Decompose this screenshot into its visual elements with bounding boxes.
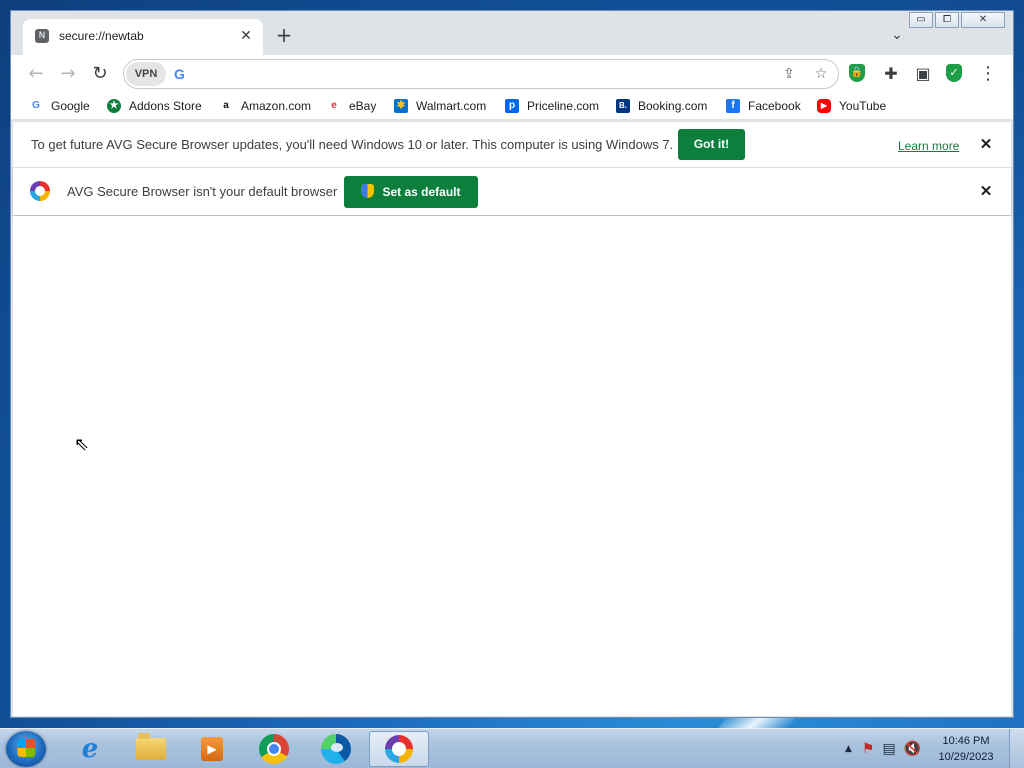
default-infobar-close-icon[interactable]: ✕	[977, 183, 995, 201]
set-as-default-label: Set as default	[382, 185, 461, 199]
bookmark-label: Walmart.com	[416, 99, 487, 113]
vpn-button[interactable]: VPN	[126, 62, 166, 86]
taskbar-avg-secure-browser[interactable]	[369, 731, 429, 767]
default-browser-message: AVG Secure Browser isn't your default br…	[67, 184, 338, 199]
bookmark-label: Google	[51, 99, 90, 113]
got-it-button[interactable]: Got it!	[678, 129, 745, 160]
notification-area: ▲ ⚑ ▤ 🔇	[845, 729, 921, 768]
minimize-button[interactable]: ▭	[909, 12, 933, 28]
bookmark-booking[interactable]: B. Booking.com	[616, 97, 707, 115]
taskbar-edge[interactable]	[308, 731, 364, 767]
browser-window: N secure://newtab ✕ + ⌄ ▭ ⧠ ✕ ← → ↻ VPN …	[10, 10, 1014, 718]
priceline-icon: p	[505, 99, 519, 113]
system-clock[interactable]: 10:46 PM 10/29/2023	[930, 733, 1002, 765]
bookmark-star-icon[interactable]: ☆	[812, 65, 830, 83]
taskbar-chrome[interactable]	[246, 731, 302, 767]
taskbar-media-player[interactable]: ▶	[184, 731, 240, 767]
tab-strip: N secure://newtab ✕ + ⌄	[11, 11, 1013, 55]
update-infobar-close-icon[interactable]: ✕	[977, 136, 995, 154]
maximize-button[interactable]: ⧠	[935, 12, 959, 28]
shield-check-icon: ✓	[946, 64, 962, 82]
bookmark-label: eBay	[349, 99, 377, 113]
ebay-icon: e	[331, 100, 337, 111]
edge-icon	[321, 734, 351, 764]
taskbar: e ▶ ▲ ⚑ ▤ 🔇 10:46 PM 10/29/2023	[0, 728, 1024, 768]
browser-toolbar: ← → ↻ VPN G ⇪ ☆ 🔒 ✚ ▣ ✓ ⋮	[11, 55, 1013, 93]
back-button[interactable]: ←	[25, 63, 47, 85]
bookmark-amazon[interactable]: a Amazon.com	[219, 97, 311, 115]
update-infobar: To get future AVG Secure Browser updates…	[13, 121, 1011, 167]
booking-icon: B.	[616, 99, 630, 113]
google-icon: G	[174, 66, 185, 82]
learn-more-link[interactable]: Learn more	[898, 139, 959, 153]
minimize-icon: ▭	[916, 14, 926, 25]
show-hidden-icons-arrow-icon[interactable]: ▲	[845, 744, 852, 754]
menu-icon[interactable]: ⋮	[978, 64, 998, 84]
default-browser-infobar: AVG Secure Browser isn't your default br…	[13, 167, 1011, 215]
show-desktop-button[interactable]	[1009, 729, 1024, 768]
new-tab-button[interactable]: +	[273, 25, 295, 47]
avg-logo-icon	[30, 181, 50, 201]
mouse-cursor-icon: ⇖	[74, 434, 90, 455]
tab-title: secure://newtab	[59, 29, 144, 43]
bookmark-label: Addons Store	[129, 99, 202, 113]
chrome-icon	[259, 734, 289, 764]
uac-shield-icon	[361, 184, 375, 198]
update-message: To get future AVG Secure Browser updates…	[31, 137, 674, 152]
clock-date: 10/29/2023	[938, 751, 994, 763]
address-input[interactable]	[196, 65, 760, 85]
bookmark-addons-store[interactable]: ★ Addons Store	[107, 97, 202, 115]
bookmark-label: Priceline.com	[527, 99, 600, 113]
bookmark-priceline[interactable]: p Priceline.com	[505, 97, 599, 115]
walmart-icon: ✱	[394, 99, 408, 113]
volume-muted-icon[interactable]: 🔇	[904, 741, 921, 757]
tab-close-icon[interactable]: ✕	[237, 27, 255, 45]
bookmarks-bar: G Google ★ Addons Store a Amazon.com e e…	[11, 93, 1013, 119]
bookmark-label: YouTube	[839, 99, 887, 113]
tab-search-chevron-icon[interactable]: ⌄	[889, 27, 905, 43]
set-as-default-button[interactable]: Set as default	[344, 176, 478, 208]
taskbar-file-explorer[interactable]	[123, 731, 179, 767]
forward-button[interactable]: →	[57, 63, 79, 85]
tab-favicon-icon: N	[35, 29, 49, 43]
page-content[interactable]	[13, 216, 1011, 716]
avg-browser-icon	[385, 735, 413, 763]
privacy-guard-button[interactable]: 🔒	[849, 64, 869, 84]
google-icon: G	[32, 100, 40, 111]
side-panel-icon[interactable]: ▣	[913, 64, 933, 84]
share-icon[interactable]: ⇪	[780, 65, 798, 83]
facebook-icon: f	[726, 99, 740, 113]
avg-security-button[interactable]: ✓	[946, 64, 966, 84]
action-center-flag-icon[interactable]: ⚑	[862, 741, 875, 757]
youtube-icon: ▶	[817, 99, 831, 113]
extensions-icon[interactable]: ✚	[881, 64, 901, 84]
bookmark-walmart[interactable]: ✱ Walmart.com	[394, 97, 486, 115]
windows-logo-icon	[17, 738, 36, 758]
maximize-icon: ⧠	[943, 14, 951, 25]
window-close-button[interactable]: ✕	[961, 12, 1005, 28]
tab-newtab[interactable]: N secure://newtab ✕	[23, 19, 263, 55]
bookmark-google[interactable]: G Google	[29, 97, 90, 115]
folder-icon	[136, 733, 166, 760]
amazon-icon: a	[223, 100, 229, 111]
bookmark-ebay[interactable]: e eBay	[327, 97, 376, 115]
bookmark-facebook[interactable]: f Facebook	[726, 97, 801, 115]
network-icon[interactable]: ▤	[882, 741, 895, 757]
clock-time: 10:46 PM	[942, 735, 990, 747]
media-player-icon: ▶	[201, 737, 223, 761]
close-icon: ✕	[978, 14, 988, 25]
bookmark-label: Booking.com	[638, 99, 708, 113]
bookmark-label: Facebook	[748, 99, 801, 113]
addons-store-icon: ★	[107, 99, 121, 113]
window-controls: ▭ ⧠ ✕	[909, 12, 1005, 28]
start-button[interactable]	[6, 731, 46, 767]
bookmark-youtube[interactable]: ▶ YouTube	[817, 97, 886, 115]
address-bar[interactable]: VPN G ⇪ ☆	[123, 59, 839, 89]
taskbar-internet-explorer[interactable]: e	[62, 731, 118, 767]
bookmark-label: Amazon.com	[241, 99, 312, 113]
internet-explorer-icon: e	[81, 734, 99, 764]
lock-shield-icon: 🔒	[849, 64, 865, 82]
reload-button[interactable]: ↻	[89, 63, 111, 85]
